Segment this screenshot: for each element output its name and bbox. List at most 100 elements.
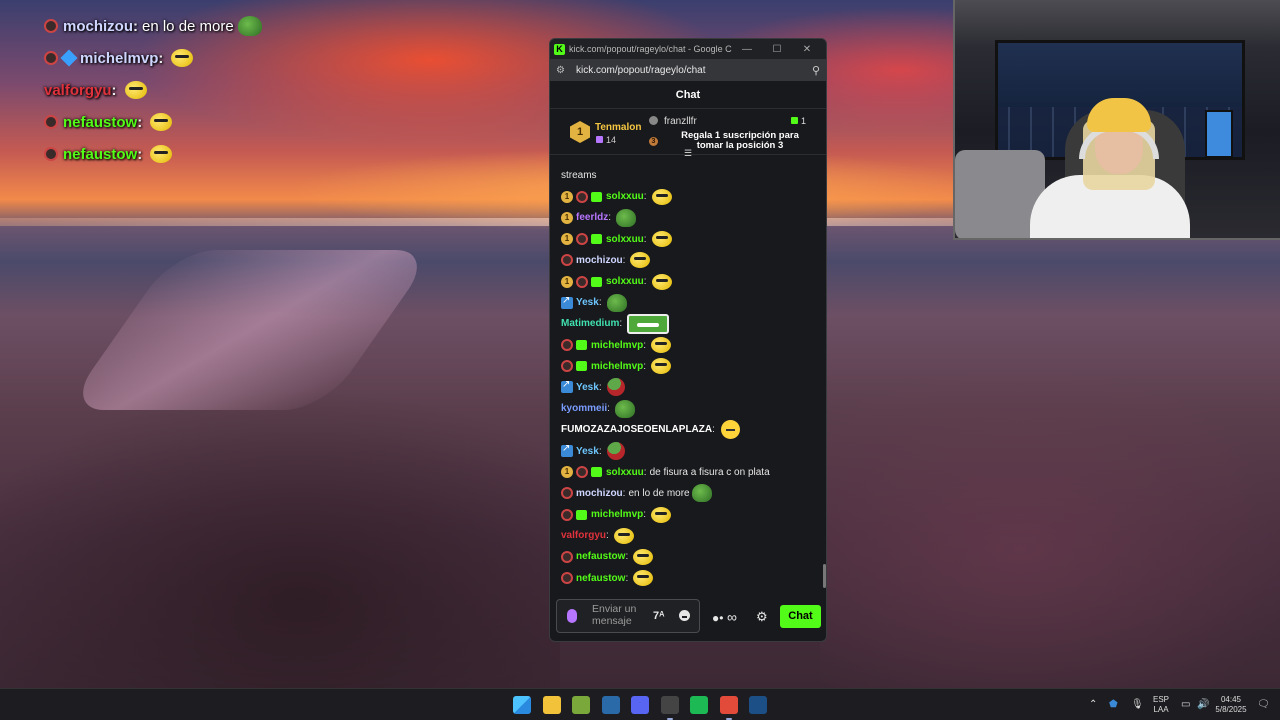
gift-badge-icon[interactable] — [576, 361, 587, 372]
network-icon[interactable]: ▭ — [1181, 699, 1190, 710]
spotify-icon[interactable] — [690, 696, 708, 714]
gift-badge-icon[interactable] — [591, 234, 602, 245]
chat-message-list[interactable]: streams 1 solxxuu:1 feerldz:1 solxxuu: mochiz… — [550, 165, 826, 595]
moderator-badge-icon[interactable] — [576, 190, 588, 203]
chat-message[interactable]: nefaustow: — [561, 546, 826, 567]
chat-message[interactable]: michelmvp: — [561, 504, 826, 525]
chat-username[interactable]: michelmvp — [591, 340, 643, 351]
chat-message[interactable]: 1 solxxuu: — [561, 186, 826, 207]
clock[interactable]: 04:45 5/8/2025 — [1212, 695, 1250, 715]
arrow-badge-icon[interactable] — [561, 379, 573, 394]
chat-username[interactable]: solxxuu — [606, 467, 644, 478]
chat-message[interactable]: 1 feerldz: — [561, 207, 826, 228]
emoji-picker-icon[interactable] — [679, 610, 690, 621]
chat-username[interactable]: solxxuu — [606, 191, 644, 202]
file-explorer-icon[interactable] — [542, 696, 561, 714]
arrow-badge-icon[interactable] — [561, 443, 573, 458]
volume-icon[interactable]: 🔊 — [1197, 699, 1209, 710]
chrome-icon[interactable] — [719, 696, 738, 714]
chat-message[interactable]: streams — [561, 165, 826, 186]
send-chat-button[interactable]: Chat — [780, 605, 821, 628]
obs-icon[interactable] — [660, 696, 679, 714]
subscriber-tier-badge-icon[interactable]: 1 — [561, 466, 573, 479]
chat-username[interactable]: nefaustow — [576, 551, 625, 562]
chat-username[interactable]: solxxuu — [606, 234, 644, 245]
moderator-badge-icon[interactable] — [561, 572, 573, 585]
steam-icon[interactable] — [601, 696, 620, 714]
browser-titlebar[interactable]: K kick.com/popout/rageylo/chat - Google … — [550, 39, 826, 59]
moderator-badge-icon[interactable] — [561, 339, 573, 352]
kicks-icon[interactable]: ●• — [712, 611, 723, 625]
keyboard-language-indicator[interactable]: ESP LAA — [1150, 695, 1172, 715]
gift-badge-icon[interactable] — [576, 340, 587, 351]
zoom-icon[interactable]: ⚲ — [812, 64, 820, 77]
chat-username[interactable]: mochizou — [576, 488, 623, 499]
moderator-badge-icon[interactable] — [561, 360, 573, 373]
arrow-badge-icon[interactable] — [561, 295, 573, 309]
moderator-badge-icon[interactable] — [576, 233, 588, 246]
chat-username[interactable]: FUMOZAZAJOSEOENLAPLAZA — [561, 424, 712, 435]
chat-settings-icon[interactable]: ⚙ — [756, 609, 768, 625]
windows-start-icon[interactable] — [513, 696, 531, 714]
chat-message[interactable]: kyommeii: — [561, 398, 826, 419]
maximize-icon[interactable]: ☐ — [762, 44, 792, 55]
gift-badge-icon[interactable] — [591, 191, 602, 202]
show-hidden-icons-chevron-icon[interactable]: ⌃ — [1089, 699, 1097, 710]
address-bar-url[interactable]: kick.com/popout/rageylo/chat — [576, 65, 812, 76]
subscriber-tier-badge-icon[interactable]: 1 — [561, 275, 573, 288]
chat-message[interactable]: valforgyu: — [561, 525, 826, 546]
chat-username[interactable]: valforgyu — [561, 530, 606, 541]
chat-message[interactable]: 1 solxxuu: — [561, 271, 826, 292]
infinity-icon[interactable]: ∞ — [727, 609, 737, 625]
moderator-badge-icon[interactable] — [576, 466, 588, 479]
security-shield-icon[interactable]: ⬟ — [1109, 699, 1118, 710]
chat-message[interactable]: nefaustow: — [561, 568, 826, 589]
moderator-badge-icon[interactable] — [561, 487, 573, 500]
chat-username[interactable]: mochizou — [576, 255, 623, 266]
subscriber-tier-badge-icon[interactable]: 1 — [561, 233, 573, 246]
chat-username[interactable]: Yesk — [576, 297, 599, 308]
gift-badge-icon[interactable] — [576, 509, 587, 520]
chat-message[interactable]: mochizou: en lo de more — [561, 483, 826, 504]
gift-badge-icon[interactable] — [591, 467, 602, 478]
chat-message[interactable]: 1 solxxuu: de fisura a fisura c on plata — [561, 462, 826, 483]
subscriber-tier-badge-icon[interactable]: 1 — [561, 190, 573, 203]
chat-username[interactable]: feerldz — [576, 212, 608, 223]
discord-icon[interactable] — [631, 696, 649, 714]
app-green-icon[interactable] — [572, 696, 590, 714]
chat-scrollbar[interactable] — [823, 564, 826, 588]
translate-icon[interactable]: 7ᴬ — [653, 610, 664, 622]
chat-username[interactable]: Matimedium — [561, 318, 619, 329]
address-bar[interactable]: ⚙ kick.com/popout/rageylo/chat ⚲ — [550, 59, 826, 81]
chat-message[interactable]: michelmvp: — [561, 356, 826, 377]
chat-message[interactable]: Yesk: — [561, 377, 826, 398]
chat-message[interactable]: Yesk: — [561, 440, 826, 461]
chat-username[interactable]: Yesk — [576, 446, 599, 457]
moderator-badge-icon[interactable] — [561, 254, 573, 267]
chat-input-placeholder[interactable]: Enviar un mensaje — [592, 603, 652, 627]
gift-badge-icon[interactable] — [591, 276, 602, 287]
chat-message[interactable]: 1 solxxuu: — [561, 229, 826, 250]
chat-message[interactable]: FUMOZAZAJOSEOENLAPLAZA: — [561, 419, 826, 440]
chat-message[interactable]: michelmvp: — [561, 335, 826, 356]
collapse-leaderboard-icon[interactable]: ☰ — [682, 149, 694, 158]
moderator-badge-icon[interactable] — [576, 275, 588, 288]
chat-message[interactable]: Matimedium: — [561, 313, 826, 334]
moderator-badge-icon[interactable] — [561, 508, 573, 521]
chat-message-input[interactable]: Enviar un mensaje 7ᴬ — [556, 599, 700, 633]
subscriber-tier-badge-icon[interactable]: 1 — [561, 211, 573, 224]
chat-username[interactable]: michelmvp — [591, 361, 643, 372]
moderator-badge-icon[interactable] — [561, 550, 573, 563]
chat-message[interactable]: mochizou: — [561, 250, 826, 271]
chat-username[interactable]: kyommeii — [561, 403, 607, 414]
steam-alt-icon[interactable] — [749, 696, 767, 714]
minimize-icon[interactable]: — — [732, 44, 762, 55]
chat-username[interactable]: solxxuu — [606, 276, 644, 287]
close-icon[interactable]: ✕ — [792, 44, 822, 55]
microphone-icon[interactable] — [567, 609, 577, 623]
chat-message[interactable]: Yesk: — [561, 292, 826, 313]
chat-username[interactable]: michelmvp — [591, 509, 643, 520]
leaderboard-second-name[interactable]: franzllfr — [664, 116, 697, 127]
microphone-tray-icon[interactable]: 🎙 — [1131, 699, 1144, 710]
leaderboard-first-name[interactable]: Tenmalon — [595, 122, 641, 133]
